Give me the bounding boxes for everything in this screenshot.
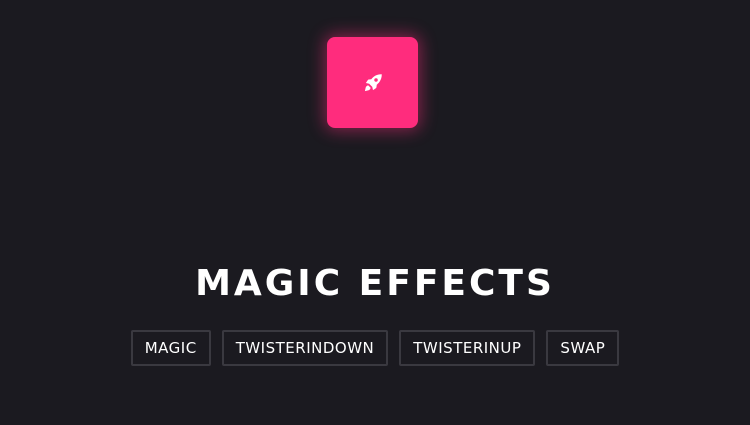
page: MAGIC EFFECTS MAGIC TWISTERINDOWN TWISTE… xyxy=(0,0,750,425)
effect-button-group: MAGIC TWISTERINDOWN TWISTERINUP SWAP xyxy=(0,330,750,366)
page-title: MAGIC EFFECTS xyxy=(195,263,555,304)
rocket-icon xyxy=(364,73,382,91)
animated-box xyxy=(327,37,418,128)
magic-button[interactable]: MAGIC xyxy=(130,330,211,366)
swap-button[interactable]: SWAP xyxy=(546,330,620,366)
twisterindown-button[interactable]: TWISTERINDOWN xyxy=(221,330,389,366)
twisterinup-button[interactable]: TWISTERINUP xyxy=(399,330,536,366)
